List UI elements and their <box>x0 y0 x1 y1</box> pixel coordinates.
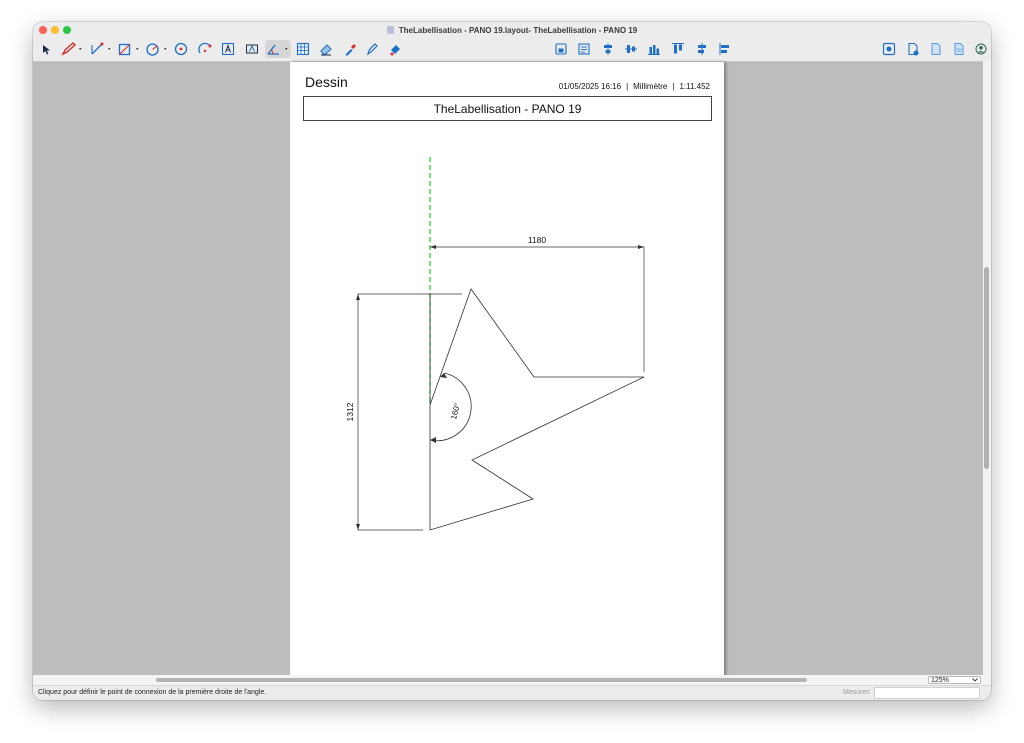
title-bar: TheLabellisation - PANO 19.layout- TheLa… <box>33 22 991 38</box>
text-field-tool-button[interactable] <box>244 40 260 58</box>
pen-tool-button[interactable] <box>364 40 380 58</box>
save-layout-button[interactable] <box>553 40 569 58</box>
preview-button[interactable] <box>881 40 897 58</box>
arc-arrow-bottom <box>430 437 436 443</box>
chevron-down-icon <box>79 48 82 50</box>
vertical-scroll-thumb[interactable] <box>984 267 989 469</box>
angle-dimension-icon <box>267 44 288 55</box>
status-hint: Cliquez pour définir le point de connexi… <box>38 689 267 696</box>
rectangle-icon <box>118 43 139 56</box>
pencil-tool-button[interactable] <box>60 40 85 58</box>
table-grid-icon <box>296 42 310 56</box>
toolbar <box>33 38 991 60</box>
align-middle-icon <box>625 45 637 53</box>
document-lines-button[interactable] <box>951 40 967 58</box>
document-icon <box>931 43 941 55</box>
canvas-area[interactable]: Dessin 01/05/2025 16:16 | Millimètre | 1:11.… <box>33 61 983 676</box>
drawing-canvas[interactable]: 1180 1312 160° <box>290 62 724 676</box>
fill-bucket-icon <box>390 45 400 56</box>
align-center-vertical-button[interactable] <box>600 40 616 58</box>
preview-icon <box>882 42 896 56</box>
circle-center-tool-button[interactable] <box>173 40 189 58</box>
zoom-select[interactable]: 125% <box>928 676 981 684</box>
line-segment-icon <box>91 42 111 55</box>
align-center-vertical-icon <box>604 43 612 55</box>
new-page-icon <box>908 42 919 56</box>
document-lines-icon <box>954 43 964 55</box>
document-proxy-icon <box>386 26 394 34</box>
align-left-icon <box>698 43 706 55</box>
text-box-tool-button[interactable] <box>220 40 236 58</box>
align-top-button[interactable] <box>670 40 686 58</box>
fill-tool-button[interactable] <box>387 40 403 58</box>
save-layout-icon <box>555 43 567 55</box>
circle-tool-button[interactable] <box>145 40 170 58</box>
layout-page-icon <box>578 43 590 55</box>
chevron-down-icon <box>972 678 978 682</box>
eraser-icon <box>320 44 332 56</box>
status-bar: Cliquez pour définir le point de connexi… <box>33 685 991 700</box>
rectangle-tool-button[interactable] <box>117 40 142 58</box>
user-account-icon <box>975 43 987 55</box>
align-middle-button[interactable] <box>623 40 639 58</box>
angle-dimension-tool-button[interactable] <box>265 40 291 58</box>
app-window: TheLabellisation - PANO 19.layout- TheLa… <box>33 22 991 700</box>
pen-nib-icon <box>366 43 378 56</box>
horizontal-scroll-thumb[interactable] <box>156 678 807 682</box>
dimension-label-vertical: 1312 <box>345 402 355 421</box>
window-title-text: TheLabellisation - PANO 19.layout- TheLa… <box>398 25 638 35</box>
text-box-icon <box>221 42 235 56</box>
arrow-bottom-marker <box>356 524 360 530</box>
new-page-button[interactable] <box>905 40 921 58</box>
align-top-icon <box>672 43 684 54</box>
arc-tool-button[interactable] <box>197 40 213 58</box>
zoom-value: 125% <box>931 676 949 684</box>
angle-label: 160° <box>449 402 462 420</box>
distribute-bottom-button[interactable] <box>646 40 662 58</box>
arrow-cursor-icon <box>42 44 50 54</box>
circle-center-icon <box>174 42 188 56</box>
align-right-icon <box>719 43 729 55</box>
eraser-tool-button[interactable] <box>318 40 334 58</box>
layout-page-button[interactable] <box>576 40 592 58</box>
arc-icon <box>198 42 212 54</box>
arrow-top-marker <box>356 294 360 300</box>
align-left-button[interactable] <box>694 40 710 58</box>
distribute-bottom-icon <box>648 45 660 55</box>
window-title: TheLabellisation - PANO 19.layout- TheLa… <box>33 22 991 38</box>
align-right-button[interactable] <box>717 40 733 58</box>
layout-page[interactable]: Dessin 01/05/2025 16:16 | Millimètre | 1:11.… <box>290 62 724 676</box>
eyedropper-icon <box>345 44 356 56</box>
angle-arc <box>429 372 472 442</box>
line-tool-button[interactable] <box>89 40 114 58</box>
measures-input[interactable] <box>874 687 980 699</box>
pencil-icon <box>61 42 82 56</box>
document-button[interactable] <box>928 40 944 58</box>
horizontal-scrollbar[interactable]: 125% <box>33 675 991 685</box>
eyedropper-tool-button[interactable] <box>342 40 358 58</box>
arrow-left-marker <box>430 245 436 249</box>
arrow-right-marker <box>638 245 644 249</box>
text-field-icon <box>246 44 258 54</box>
dimension-label-horizontal: 1180 <box>528 235 547 245</box>
user-account-button[interactable] <box>974 40 988 58</box>
measures-label: Mesures <box>843 689 870 696</box>
select-tool-button[interactable] <box>39 40 53 58</box>
table-tool-button[interactable] <box>295 40 311 58</box>
shape-outline[interactable] <box>429 288 645 531</box>
circle-icon <box>146 43 167 56</box>
